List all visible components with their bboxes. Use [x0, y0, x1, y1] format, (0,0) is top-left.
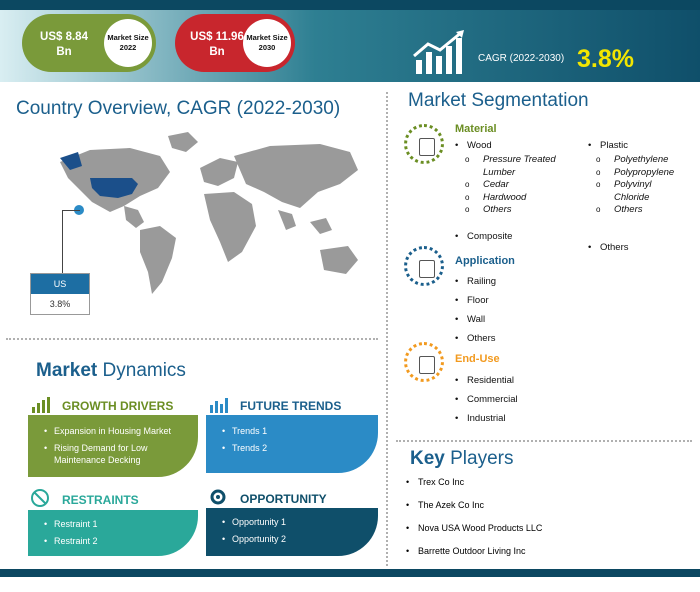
material-wood-label: Wood — [455, 140, 585, 151]
restraints-icon — [31, 489, 49, 507]
market-size-2030-label: Market Size 2030 — [243, 19, 291, 67]
us-cagr-value: 3.8% — [49, 299, 71, 309]
opportunity-title: OPPORTUNITY — [240, 492, 327, 506]
plastic-item: Polyvinyl Chloride — [594, 179, 664, 204]
opportunity-box: Opportunity 1 Opportunity 2 — [206, 508, 378, 556]
growth-drivers-title: GROWTH DRIVERS — [62, 399, 174, 413]
key-player-item: Nova USA Wood Products LLC — [406, 523, 686, 546]
material-title: Material — [455, 123, 497, 135]
restraint-item: Restraint 1 — [44, 516, 190, 533]
application-icon — [404, 246, 444, 286]
key-players-title: Key Players — [410, 448, 514, 469]
future-trends-icon — [210, 398, 228, 413]
wood-item: Others — [463, 204, 585, 217]
end-use-title: End-Use — [455, 353, 500, 365]
market-segmentation-title: Market Segmentation — [408, 90, 589, 111]
end-use-list: Residential Commercial Industrial — [455, 375, 518, 432]
application-list: Railing Floor Wall Others — [455, 276, 496, 352]
material-wood-group: Wood Pressure Treated Lumber Cedar Hardw… — [455, 140, 585, 217]
market-size-2030-value: US$ 11.96 Bn — [190, 31, 244, 58]
footer-bar — [0, 569, 700, 577]
cagr-value: 3.8% — [577, 45, 634, 73]
opportunity-item: Opportunity 2 — [222, 531, 370, 548]
wood-item: Pressure Treated Lumber — [463, 154, 578, 179]
application-item: Wall — [455, 314, 496, 333]
end-use-item: Residential — [455, 375, 518, 394]
growth-driver-item: Rising Demand for Low Maintenance Deckin… — [44, 440, 190, 466]
restraints-box: Restraint 1 Restraint 2 — [28, 510, 198, 556]
key-player-item: Trex Co Inc — [406, 477, 686, 500]
opportunity-icon — [210, 489, 226, 505]
material-composite: Composite — [455, 231, 700, 242]
restraint-item: Restraint 2 — [44, 533, 190, 550]
wood-item: Cedar — [463, 179, 585, 192]
end-use-item: Commercial — [455, 394, 518, 413]
material-plastic-label: Plastic — [588, 140, 688, 151]
material-others: Others — [588, 242, 700, 253]
growth-driver-item: Expansion in Housing Market — [44, 423, 190, 440]
country-overview-title: Country Overview, CAGR (2022-2030) — [16, 98, 341, 119]
restraints-title: RESTRAINTS — [62, 493, 139, 507]
application-item: Floor — [455, 295, 496, 314]
opportunity-item: Opportunity 1 — [222, 514, 370, 531]
application-item: Others — [455, 333, 496, 352]
market-size-2030-badge: US$ 11.96 Bn Market Size 2030 — [175, 14, 295, 72]
plastic-item: Polyethylene — [594, 154, 688, 167]
growth-drivers-icon — [32, 397, 50, 413]
material-icon — [404, 124, 444, 164]
growth-chart-icon — [413, 30, 464, 74]
us-cagr-box: US 3.8% — [30, 273, 90, 315]
header-top-bar — [0, 0, 700, 10]
future-trend-item: Trends 1 — [222, 423, 370, 440]
future-trends-title: FUTURE TRENDS — [240, 399, 342, 413]
end-use-item: Industrial — [455, 413, 518, 432]
wood-item: Hardwood — [463, 192, 585, 205]
growth-drivers-box: Expansion in Housing Market Rising Deman… — [28, 415, 198, 477]
key-player-item: The Azek Co Inc — [406, 500, 686, 523]
plastic-item: Polypropylene — [594, 167, 688, 180]
cagr-label: CAGR (2022-2030) — [478, 53, 565, 64]
material-plastic-group: Plastic Polyethylene Polypropylene Polyv… — [588, 140, 688, 217]
section-divider — [6, 338, 378, 340]
key-player-item: Barrette Outdoor Living Inc — [406, 546, 686, 569]
market-dynamics-title: Market Dynamics — [36, 360, 186, 381]
market-size-2022-value: US$ 8.84 Bn — [40, 31, 88, 58]
application-item: Railing — [455, 276, 496, 295]
column-divider — [386, 92, 388, 566]
future-trends-box: Trends 1 Trends 2 — [206, 415, 378, 473]
market-size-2022-badge: US$ 8.84 Bn Market Size 2022 — [22, 14, 156, 72]
us-leader-line — [62, 210, 80, 274]
application-title: Application — [455, 255, 515, 267]
end-use-icon — [404, 342, 444, 382]
plastic-item: Others — [594, 204, 688, 217]
future-trend-item: Trends 2 — [222, 440, 370, 457]
section-divider — [396, 440, 692, 442]
us-label: US — [31, 274, 89, 294]
market-size-2022-label: Market Size 2022 — [104, 19, 152, 67]
